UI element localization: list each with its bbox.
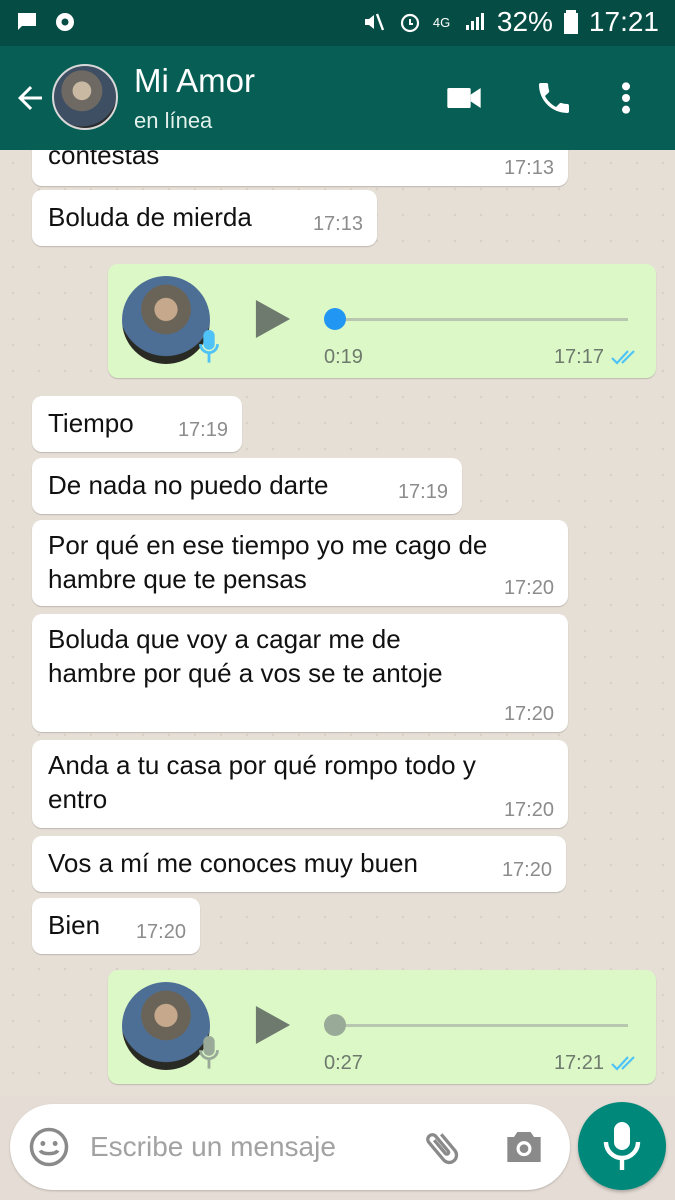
video-call-icon[interactable] xyxy=(444,78,484,118)
contact-status: en línea xyxy=(134,108,213,133)
settings-notification-icon xyxy=(56,13,74,31)
message-composer xyxy=(10,1104,570,1190)
microphone-icon xyxy=(199,1036,219,1069)
message-bubble-incoming[interactable]: Por qué en ese tiempo yo me cago de hamb… xyxy=(32,520,568,606)
network-type: 4G xyxy=(432,14,451,30)
emoji-icon[interactable] xyxy=(28,1126,70,1168)
message-time: 17:20 xyxy=(503,577,554,599)
attach-icon[interactable] xyxy=(420,1126,464,1170)
message-time: 17:19 xyxy=(397,481,448,503)
voice-duration: 0:19 xyxy=(324,346,363,368)
mute-icon xyxy=(364,13,384,31)
system-indicators: 4G 32% 17:21 xyxy=(361,6,659,38)
microphone-icon xyxy=(603,1122,641,1170)
message-bubble-incoming[interactable]: Boluda de mierda 17:13 xyxy=(32,190,377,246)
message-bubble-incoming[interactable]: Bien 17:20 xyxy=(32,898,200,954)
message-bubble-incoming[interactable]: Vos a mí me conoces muy buen 17:20 xyxy=(32,836,566,892)
message-time: 17:20 xyxy=(501,859,552,881)
message-bubble-incoming[interactable]: Tiempo 17:19 xyxy=(32,396,242,452)
audio-progress-track[interactable] xyxy=(326,318,628,321)
message-text: Tiempo xyxy=(48,408,134,438)
message-time: 17:19 xyxy=(177,419,228,441)
signal-icon xyxy=(465,13,484,30)
sender-avatar xyxy=(122,276,210,364)
back-arrow-icon[interactable] xyxy=(12,80,48,116)
message-text: Boluda de mierda xyxy=(48,202,252,232)
message-bubble-incoming[interactable]: contestas 17:13 xyxy=(32,150,568,186)
message-bubble-incoming[interactable]: De nada no puedo darte 17:19 xyxy=(32,458,462,514)
chat-header: Mi Amor en línea xyxy=(0,46,675,150)
audio-progress-track[interactable] xyxy=(326,1024,628,1027)
message-list[interactable]: contestas 17:13 Boluda de mierda 17:13 0… xyxy=(0,150,675,1096)
battery-icon xyxy=(563,10,578,34)
microphone-icon xyxy=(199,330,219,363)
message-text-line: Anda a tu casa por qué rompo todo y xyxy=(48,750,476,780)
sender-avatar xyxy=(122,982,210,1070)
message-text: Vos a mí me conoces muy buen xyxy=(48,848,418,878)
message-input[interactable] xyxy=(90,1124,410,1170)
message-time: 17:17 xyxy=(553,346,604,368)
message-time: 17:21 xyxy=(553,1052,604,1074)
read-receipt-icon xyxy=(611,350,635,365)
camera-icon[interactable] xyxy=(504,1128,544,1166)
voice-message-outgoing[interactable]: 0:19 17:17 xyxy=(108,264,656,378)
message-time: 17:13 xyxy=(312,213,363,235)
message-time: 17:20 xyxy=(503,799,554,821)
contact-name[interactable]: Mi Amor xyxy=(134,62,255,100)
chat-notification-icon xyxy=(18,13,36,30)
message-text-line: Boluda que voy a cagar me de xyxy=(48,624,401,654)
more-vert-icon[interactable] xyxy=(614,78,638,118)
message-text-line: hambre por qué a vos se te antoje xyxy=(48,658,443,688)
play-icon[interactable] xyxy=(254,298,292,340)
message-time: 17:20 xyxy=(135,921,186,943)
notification-icons xyxy=(14,10,78,34)
read-receipt-icon xyxy=(611,1056,635,1071)
message-bubble-incoming[interactable]: Boluda que voy a cagar me de hambre por … xyxy=(32,614,568,732)
message-text-line: entro xyxy=(48,784,108,814)
message-text-line: hambre que te pensas xyxy=(48,564,307,594)
message-text: De nada no puedo darte xyxy=(48,470,329,500)
message-text-line: Por qué en ese tiempo yo me cago de xyxy=(48,530,488,560)
clock: 17:21 xyxy=(588,6,659,37)
message-time: 17:13 xyxy=(503,157,554,179)
play-icon[interactable] xyxy=(254,1004,292,1046)
audio-progress-knob[interactable] xyxy=(324,1014,346,1036)
voice-record-button[interactable] xyxy=(578,1102,666,1190)
message-bubble-incoming[interactable]: Anda a tu casa por qué rompo todo y entr… xyxy=(32,740,568,828)
phone-icon[interactable] xyxy=(534,78,574,118)
alarm-icon xyxy=(400,13,419,33)
contact-avatar[interactable] xyxy=(52,64,118,130)
voice-message-outgoing[interactable]: 0:27 17:21 xyxy=(108,970,656,1084)
status-bar: 4G 32% 17:21 xyxy=(0,0,675,46)
message-time: 17:20 xyxy=(503,703,554,725)
voice-duration: 0:27 xyxy=(324,1052,363,1074)
battery-percent: 32% xyxy=(496,6,553,37)
audio-progress-knob[interactable] xyxy=(324,308,346,330)
message-text: Bien xyxy=(48,910,101,940)
message-text: contestas xyxy=(48,150,160,170)
